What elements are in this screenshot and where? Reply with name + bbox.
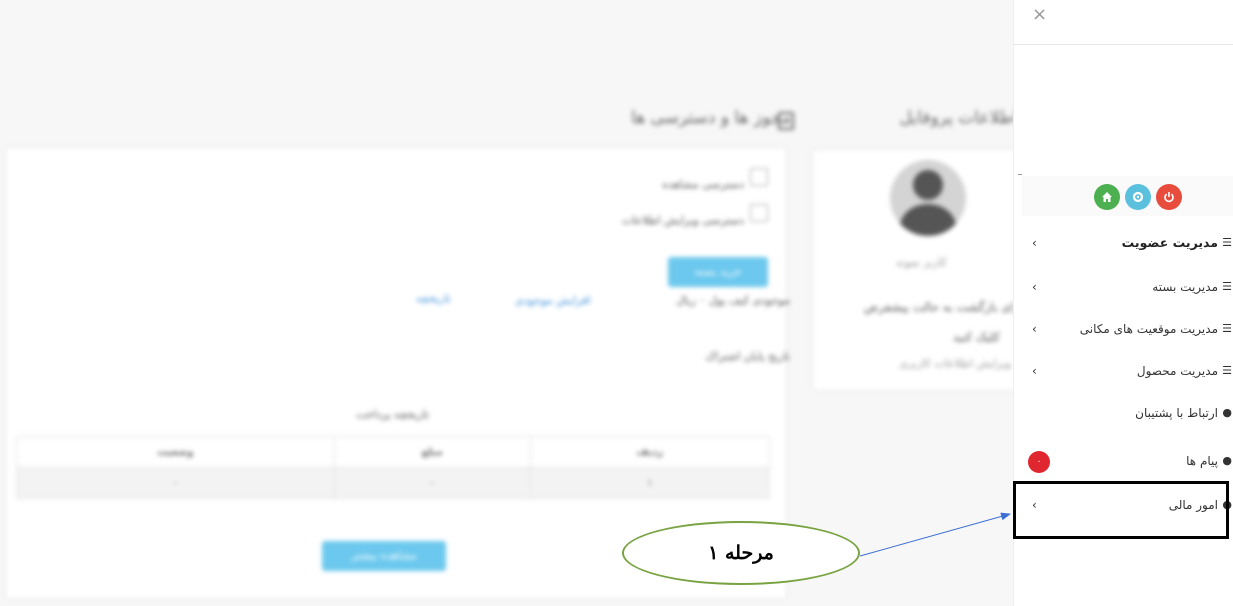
profile-description-2: کلیک کنید (952, 330, 1000, 344)
table-header: مبلغ (333, 436, 531, 468)
table-row: - - ۱ (16, 467, 771, 499)
list-icon: ☰ (1222, 280, 1232, 293)
sidebar-item-packages[interactable]: ☰ مدیریت بسته ‹ (1018, 267, 1233, 307)
sidebar-item-membership[interactable]: ☰ مدیریت عضویت ‹ (1018, 223, 1233, 263)
permissions-title-icon (778, 112, 794, 130)
gear-icon[interactable] (1125, 184, 1151, 210)
permission-checkbox-1-label: دسترسی مشاهده (662, 178, 744, 191)
sidebar-item-label: مدیریت محصول (1136, 364, 1218, 378)
table-header: وضعیت (16, 436, 335, 468)
table-cell: ۱ (529, 467, 771, 499)
sidebar-item-label: مدیریت عضویت (1121, 235, 1218, 250)
permission-checkbox-1[interactable] (750, 168, 768, 186)
avatar-image (890, 160, 966, 236)
sidebar-item-products[interactable]: ☰ مدیریت محصول ‹ (1018, 351, 1233, 391)
comment-icon: ● (1222, 454, 1232, 467)
payment-history-table: وضعیت مبلغ ردیف - - ۱ (16, 436, 771, 499)
increase-credit-link[interactable]: افزایش موجودی (515, 294, 591, 307)
home-icon[interactable] (1094, 184, 1120, 210)
table-cell: - (333, 467, 531, 499)
background-page: اطلاعات پروفایل مجوز ها و دسترسی ها کارب… (0, 0, 1016, 606)
sidebar-item-label: مدیریت بسته (1152, 280, 1218, 294)
sidebar-tick (1018, 174, 1022, 175)
wallet-credit-text: موجودی کیف پول ۰ ریال (676, 294, 790, 307)
power-icon[interactable] (1156, 184, 1182, 210)
profile-description: برای بازگشت به حالت پیشفرض (863, 300, 1016, 314)
sidebar-item-label: پیام ها (1186, 454, 1218, 468)
profile-link[interactable]: ویرایش اطلاعات کاربری (899, 357, 1011, 370)
table-header: ردیف (529, 436, 771, 468)
step-callout: مرحله ۱ (622, 521, 860, 585)
sidebar-item-locations[interactable]: ☰ مدیریت موقعیت های مکانی ‹ (1018, 309, 1233, 349)
payment-history-title: تاریخچه پرداخت (356, 408, 430, 421)
chevron-left-icon: ‹ (1032, 236, 1037, 250)
sidebar-divider (1014, 44, 1233, 45)
permission-checkbox-2-label: دسترسی ویرایش اطلاعات (621, 214, 744, 227)
chevron-left-icon: ‹ (1032, 322, 1037, 336)
subscription-expiry-text: تاریخ پایان اشتراک (705, 350, 790, 363)
sidebar-item-messages[interactable]: ● پیام ها (1018, 441, 1233, 481)
close-icon[interactable]: × (1032, 4, 1047, 25)
sidebar-item-label: ارتباط با پشتیبان (1135, 406, 1218, 420)
blurred-content: اطلاعات پروفایل مجوز ها و دسترسی ها کارب… (0, 0, 1016, 606)
permissions-section-title: مجوز ها و دسترسی ها (631, 108, 791, 128)
permission-checkbox-2[interactable] (750, 204, 768, 222)
messages-badge: ۰ (1028, 451, 1050, 473)
chevron-left-icon: ‹ (1032, 280, 1037, 294)
list-icon: ☰ (1222, 364, 1232, 377)
history-link[interactable]: تاریخچه (416, 292, 451, 305)
table-cell: - (16, 467, 335, 499)
profile-section-title: اطلاعات پروفایل (899, 108, 1016, 128)
highlight-box (1013, 481, 1229, 539)
chevron-left-icon: ‹ (1032, 364, 1037, 378)
list-icon: ☰ (1222, 236, 1232, 249)
sidebar-item-label: مدیریت موقعیت های مکانی (1079, 322, 1218, 336)
view-more-button[interactable]: مشاهده بیشتر (322, 541, 446, 571)
sidebar-item-support[interactable]: ● ارتباط با پشتیبان (1018, 393, 1233, 433)
step-label: مرحله ۱ (708, 542, 774, 564)
profile-name: کاربر نمونه (896, 256, 947, 269)
list-icon: ☰ (1222, 322, 1232, 335)
buy-package-button[interactable]: خرید بسته (668, 257, 768, 287)
comment-icon: ● (1222, 406, 1232, 419)
